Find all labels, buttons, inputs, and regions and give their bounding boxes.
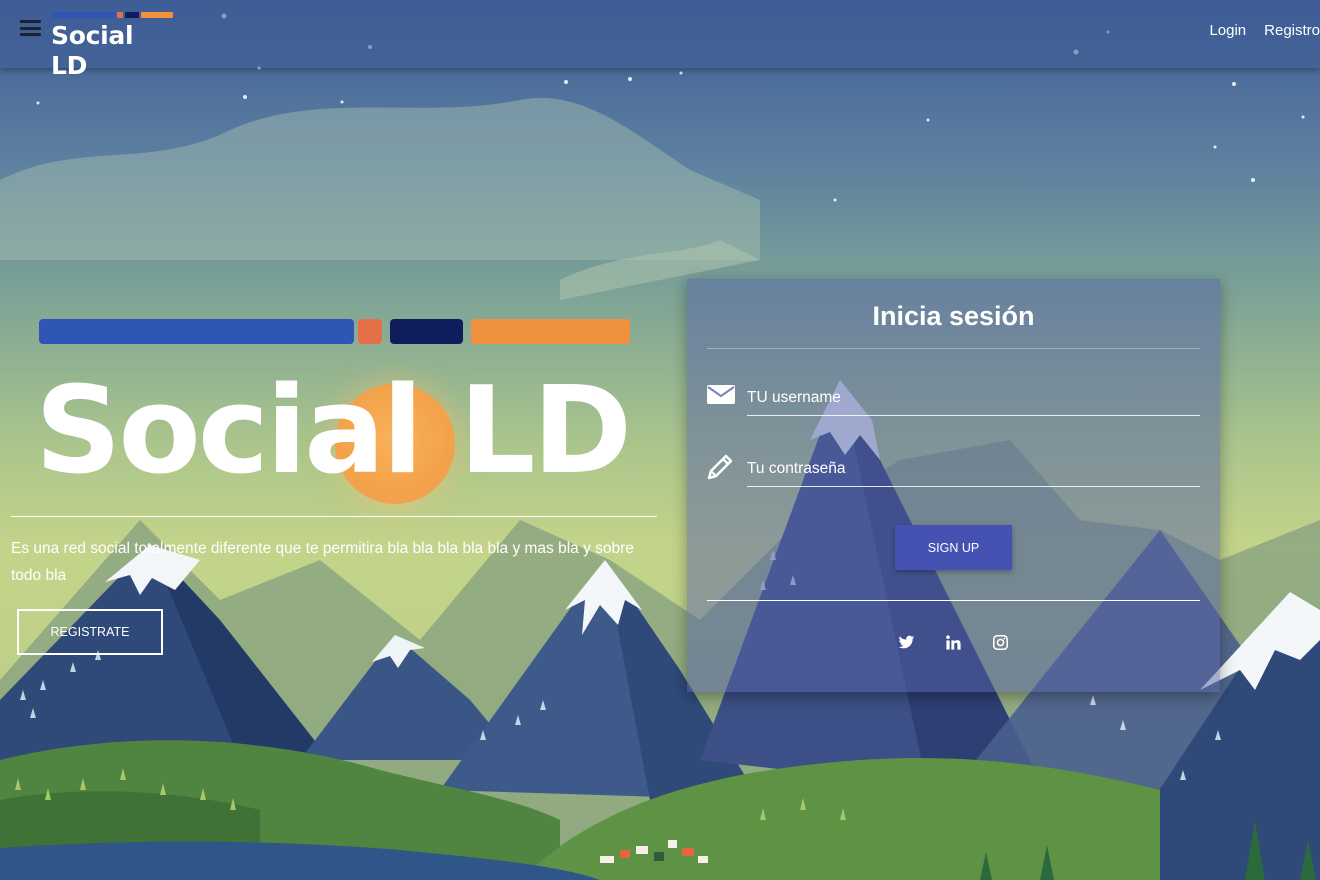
hero-divider bbox=[11, 516, 657, 517]
nav-links: Login Registro bbox=[1209, 22, 1320, 39]
top-navbar: Social LD Login Registro bbox=[0, 0, 1320, 80]
hero-logo-color-bars bbox=[39, 319, 631, 344]
envelope-icon bbox=[707, 385, 735, 404]
hero-description: Es una red social totalmente diferente q… bbox=[11, 540, 634, 584]
login-title: Inicia sesión bbox=[872, 301, 1035, 331]
hero-title: Social LD bbox=[35, 362, 632, 501]
username-input[interactable] bbox=[747, 381, 1200, 416]
nav-link-registro[interactable]: Registro bbox=[1264, 22, 1320, 39]
social-links bbox=[687, 634, 1220, 651]
nav-link-login[interactable]: Login bbox=[1209, 22, 1246, 39]
password-field bbox=[707, 452, 1200, 488]
register-button[interactable]: REGISTRATE bbox=[17, 609, 163, 655]
hero-logo: Social LD bbox=[35, 362, 655, 504]
username-field bbox=[707, 381, 1200, 417]
signup-button[interactable]: SIGN UP bbox=[895, 525, 1012, 570]
logo-color-bars bbox=[51, 12, 173, 18]
card-divider-bottom bbox=[707, 600, 1200, 601]
hamburger-menu-icon[interactable] bbox=[20, 20, 41, 36]
navbar-logo[interactable]: Social LD bbox=[51, 12, 173, 80]
password-input[interactable] bbox=[747, 452, 1200, 487]
card-divider-top bbox=[707, 348, 1200, 349]
instagram-icon[interactable] bbox=[992, 634, 1009, 651]
login-card: Inicia sesión SIGN UP bbox=[687, 279, 1220, 692]
pencil-icon bbox=[707, 454, 733, 480]
linkedin-icon[interactable] bbox=[945, 634, 962, 651]
logo-text: Social LD bbox=[51, 21, 134, 80]
twitter-icon[interactable] bbox=[898, 634, 915, 651]
